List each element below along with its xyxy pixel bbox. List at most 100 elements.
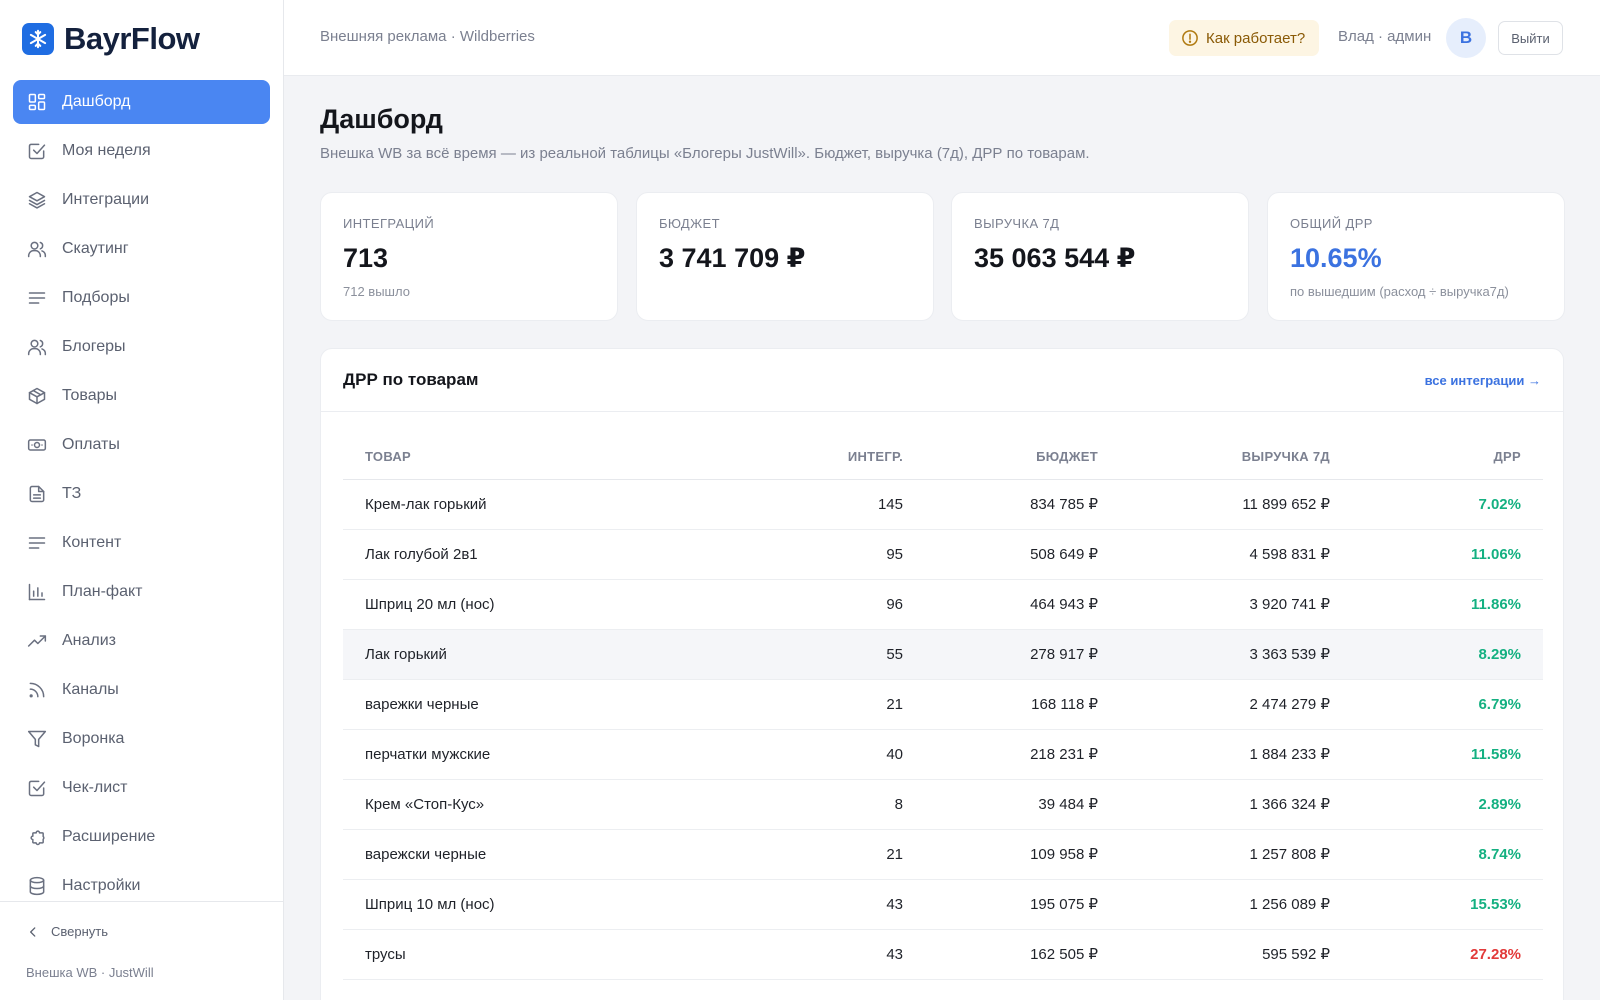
stat-label: Интеграций — [343, 216, 435, 231]
sidebar-item-label: Каналы — [62, 681, 119, 698]
cell-product: Шприц 20 мл (нос) — [343, 579, 723, 630]
collapse-button[interactable]: Свернуть — [26, 924, 108, 939]
cell-revenue: 2 474 279 ₽ — [1098, 679, 1330, 730]
cell-revenue: 1 256 089 ₽ — [1098, 879, 1330, 930]
sidebar-item-label: Моя неделя — [62, 142, 151, 159]
logout-button[interactable]: Выйти — [1498, 21, 1563, 55]
sidebar-item-3[interactable]: Скаутинг — [13, 227, 270, 271]
sidebar-item-label: Оплаты — [62, 436, 120, 453]
stat-card-drr: Общий ДРР 10.65% по вышедшим (расход ÷ в… — [1267, 192, 1565, 321]
cell-drr: 2.89% — [1330, 779, 1543, 830]
cell-revenue: 3 363 539 ₽ — [1098, 629, 1330, 680]
sidebar-item-4[interactable]: Подборы — [13, 276, 270, 320]
cell-budget: 162 505 ₽ — [903, 929, 1098, 980]
cell-drr: 8.74% — [1330, 829, 1543, 880]
sidebar-item-7[interactable]: Оплаты — [13, 423, 270, 467]
table-row[interactable]: Крем «Стоп-Кус» 8 39 484 ₽1 366 324 ₽2.89% — [343, 779, 1543, 830]
cell-budget: 834 785 ₽ — [903, 479, 1098, 530]
page-title: Дашборд — [320, 104, 443, 134]
rss-icon — [27, 680, 47, 700]
cell-budget: 39 484 ₽ — [903, 779, 1098, 830]
table-row[interactable]: перчатки мужские 40 218 231 ₽1 884 233 ₽11… — [343, 729, 1543, 780]
users-icon — [27, 337, 47, 357]
sidebar-item-1[interactable]: Моя неделя — [13, 129, 270, 173]
cell-drr: 27.28% — [1330, 929, 1543, 980]
table-row[interactable]: трусы 43 162 505 ₽595 592 ₽27.28% — [343, 929, 1543, 980]
sidebar-item-8[interactable]: ТЗ — [13, 472, 270, 516]
cell-product: Лак горький — [343, 629, 723, 680]
sidebar-item-5[interactable]: Блогеры — [13, 325, 270, 369]
sidebar-item-0[interactable]: Дашборд — [13, 80, 270, 124]
sidebar-item-label: Подборы — [62, 289, 130, 306]
users-icon — [27, 239, 47, 259]
avatar[interactable]: В — [1446, 18, 1486, 58]
how-it-works-button[interactable]: Как работает? — [1169, 20, 1320, 56]
cell-budget: 278 917 ₽ — [903, 629, 1098, 680]
table-row[interactable]: варежки черные 21 168 118 ₽2 474 279 ₽6.79… — [343, 679, 1543, 730]
sidebar-item-label: Контент — [62, 534, 122, 551]
table-row[interactable]: Лак горький 55 278 917 ₽3 363 539 ₽8.29% — [343, 629, 1543, 680]
breadcrumb: Внешняя реклама · Wildberries — [320, 28, 535, 45]
sidebar-item-11[interactable]: Анализ — [13, 619, 270, 663]
sidebar-item-label: Воронка — [62, 730, 125, 747]
box-icon — [27, 386, 47, 406]
stat-note: по вышедшим (расход ÷ выручка7д) — [1290, 284, 1509, 299]
cell-revenue: 1 257 808 ₽ — [1098, 829, 1330, 880]
column-header-revenue[interactable]: Выручка 7д — [1098, 435, 1330, 480]
table-row[interactable]: Крем-лак горький 145 834 785 ₽11 899 652 ₽… — [343, 479, 1543, 530]
cell-budget: 508 649 ₽ — [903, 529, 1098, 580]
column-header-drr[interactable]: ДРР — [1330, 435, 1543, 480]
sidebar: BayrFlow Дашборд Моя неделя Интеграции Скау… — [0, 0, 284, 1000]
all-integrations-link[interactable]: все интеграции → — [1425, 373, 1541, 388]
check-square-icon — [27, 141, 47, 161]
cell-product: Шприц 10 мл (нос) — [343, 879, 723, 930]
drr-by-product-panel: ДРР по товарам все интеграции → Товар Ин… — [320, 348, 1564, 1000]
cell-drr: 11.06% — [1330, 529, 1543, 580]
cell-product: варежки черные — [343, 679, 723, 730]
stat-card-budget: Бюджет 3 741 709 ₽ — [636, 192, 934, 321]
cell-drr: 11.86% — [1330, 579, 1543, 630]
cell-revenue: 1 366 324 ₽ — [1098, 779, 1330, 830]
list-lines-icon — [27, 533, 47, 553]
sidebar-item-14[interactable]: Чек-лист — [13, 766, 270, 810]
brand[interactable]: BayrFlow — [22, 21, 200, 56]
table-row[interactable]: Шприц 20 мл (нос) 96 464 943 ₽3 920 741 ₽1… — [343, 579, 1543, 630]
column-header-integrations[interactable]: Интегр. — [723, 435, 903, 480]
chevron-left-icon — [30, 926, 36, 937]
sidebar-item-13[interactable]: Воронка — [13, 717, 270, 761]
cell-budget: 168 118 ₽ — [903, 679, 1098, 730]
cell-integrations: 40 — [723, 729, 903, 780]
how-it-works-label: Как работает? — [1206, 29, 1306, 47]
sidebar-footer: Свернуть Внешка WB · JustWill — [0, 901, 283, 980]
cell-budget: 109 958 ₽ — [903, 829, 1098, 880]
column-header-budget[interactable]: Бюджет — [903, 435, 1098, 480]
brand-name: BayrFlow — [64, 21, 200, 56]
sidebar-item-9[interactable]: Контент — [13, 521, 270, 565]
cell-drr: 7.02% — [1330, 479, 1543, 530]
stat-card-revenue: Выручка 7д 35 063 544 ₽ — [951, 192, 1249, 321]
sidebar-item-label: Товары — [62, 387, 118, 404]
cell-integrations: 145 — [723, 479, 903, 530]
cell-integrations: 43 — [723, 879, 903, 930]
sidebar-item-6[interactable]: Товары — [13, 374, 270, 418]
stat-label: Выручка 7д — [974, 216, 1060, 231]
check-square-icon — [27, 778, 47, 798]
sidebar-item-label: Дашборд — [62, 93, 131, 110]
cell-revenue: 4 598 831 ₽ — [1098, 529, 1330, 580]
table-row[interactable]: Лак голубой 2в1 95 508 649 ₽4 598 831 ₽11.… — [343, 529, 1543, 580]
sidebar-item-12[interactable]: Каналы — [13, 668, 270, 712]
cell-budget: 195 075 ₽ — [903, 879, 1098, 930]
sidebar-item-label: Скаутинг — [62, 240, 129, 257]
table-row[interactable]: варежски черные 21 109 958 ₽1 257 808 ₽8.7… — [343, 829, 1543, 880]
table-row[interactable]: Шприц 10 мл (нос) 43 195 075 ₽1 256 089 ₽1… — [343, 879, 1543, 930]
sidebar-item-label: Блогеры — [62, 338, 126, 355]
table-header-row: Товар Интегр. Бюджет Выручка 7д ДРР — [343, 435, 1543, 480]
cell-integrations: 8 — [723, 779, 903, 830]
sidebar-item-10[interactable]: План-факт — [13, 570, 270, 614]
sidebar-item-15[interactable]: Расширение — [13, 815, 270, 859]
sidebar-item-label: Чек-лист — [62, 779, 128, 796]
bar-chart-icon — [27, 582, 47, 602]
cell-product: Крем-лак горький — [343, 479, 723, 530]
sidebar-item-2[interactable]: Интеграции — [13, 178, 270, 222]
column-header-product[interactable]: Товар — [343, 435, 723, 480]
